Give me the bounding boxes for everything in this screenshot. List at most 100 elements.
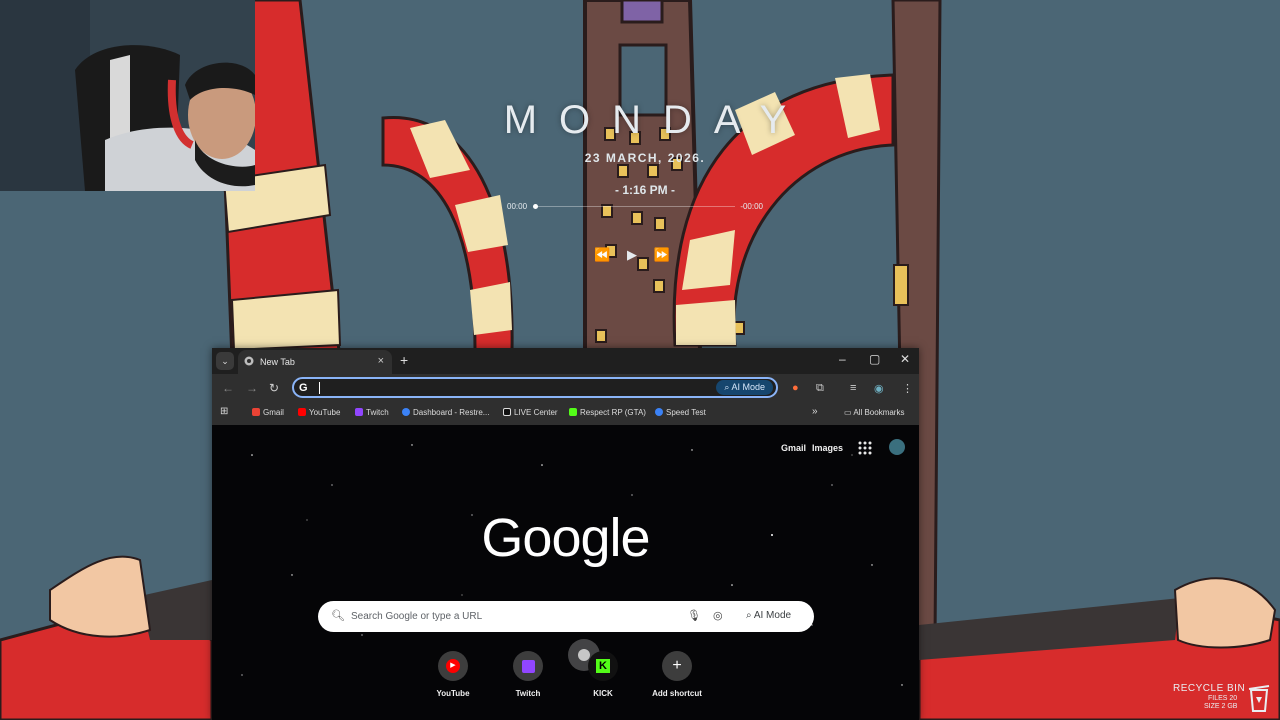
recycle-bin-files: FILES 20 bbox=[1208, 695, 1238, 702]
search-icon: 🔍︎ bbox=[331, 610, 345, 622]
elapsed-time: 00:00 bbox=[507, 202, 528, 211]
media-queue-icon[interactable]: ≡ bbox=[850, 382, 856, 394]
bookmark-restream[interactable]: Dashboard - Restre... bbox=[402, 408, 489, 417]
shortcut-kick[interactable]: K KICK bbox=[568, 651, 638, 698]
images-link[interactable]: Images bbox=[812, 443, 843, 453]
progress-knob[interactable] bbox=[533, 204, 538, 209]
kick-icon bbox=[569, 408, 577, 416]
tab-new-tab[interactable]: New Tab × bbox=[238, 350, 392, 374]
day-label: MONDAY bbox=[503, 98, 809, 142]
recycle-bin-widget[interactable]: RECYCLE BIN FILES 20 SIZE 2 GB bbox=[1170, 682, 1274, 716]
youtube-icon bbox=[298, 408, 306, 416]
menu-kebab-icon[interactable]: ⋮ bbox=[902, 382, 913, 395]
shortcut-label: YouTube bbox=[436, 689, 470, 698]
recycle-bin-size: SIZE 2 GB bbox=[1204, 703, 1238, 710]
google-lens-icon[interactable]: ◎ bbox=[713, 609, 723, 622]
plus-icon: + bbox=[672, 657, 682, 674]
bookmark-speed-test[interactable]: Speed Test bbox=[655, 408, 706, 417]
folder-icon: ▭ bbox=[844, 408, 854, 417]
webcam-feed-image bbox=[0, 0, 255, 191]
reload-icon[interactable]: ↻ bbox=[269, 381, 279, 395]
back-icon[interactable]: ← bbox=[222, 381, 234, 395]
google-logo: Google bbox=[481, 508, 650, 568]
remaining-time: -00:00 bbox=[740, 202, 763, 211]
bookmark-live-center[interactable]: LIVE Center bbox=[503, 408, 558, 417]
recycle-bin-icon[interactable] bbox=[1248, 684, 1270, 712]
close-tab-icon[interactable]: × bbox=[378, 355, 384, 367]
extension-fire-icon[interactable]: ● bbox=[792, 382, 799, 394]
all-bookmarks-label: All Bookmarks bbox=[853, 408, 905, 417]
close-window-icon[interactable]: ✕ bbox=[900, 352, 910, 366]
ntp-ai-mode-label: AI Mode bbox=[753, 610, 792, 621]
address-bar[interactable]: G ⌕ AI Mode bbox=[292, 377, 778, 398]
google-g-icon: G bbox=[299, 382, 308, 394]
twitch-icon bbox=[521, 659, 535, 673]
bookmark-twitch[interactable]: Twitch bbox=[355, 408, 389, 417]
shortcut-label: KICK bbox=[593, 689, 613, 698]
account-avatar[interactable] bbox=[889, 439, 905, 455]
google-apps-icon[interactable] bbox=[858, 441, 872, 455]
search-placeholder[interactable]: Search Google or type a URL bbox=[351, 611, 482, 622]
ai-search-icon: ⌕ bbox=[746, 610, 754, 621]
bookmark-gmail[interactable]: Gmail bbox=[252, 408, 284, 417]
profile-avatar-icon[interactable]: ◉ bbox=[874, 382, 884, 395]
starfield-background bbox=[241, 444, 903, 686]
ntp-search-box[interactable]: 🔍︎ Search Google or type a URL 🎙︎ ◎ ⌕ AI… bbox=[318, 601, 814, 632]
apps-grid-icon[interactable]: ⊞ bbox=[220, 406, 228, 417]
omnibox-ai-mode-button[interactable]: ⌕ AI Mode bbox=[716, 380, 773, 395]
shortcut-label: Add shortcut bbox=[652, 689, 702, 698]
gmail-icon bbox=[252, 408, 260, 416]
chevron-down-icon: ⌄ bbox=[221, 356, 229, 366]
youtube-icon: ▶ bbox=[446, 659, 460, 673]
bookmark-label: Dashboard - Restre... bbox=[413, 408, 490, 417]
rewind-icon[interactable]: ⏪ bbox=[594, 247, 610, 263]
browser-window: ⌄ New Tab × + – ▢ ✕ ← → ↻ G ⌕ AI Mode ● … bbox=[212, 348, 919, 720]
bookmark-label: Gmail bbox=[263, 408, 284, 417]
shortcut-twitch[interactable]: Twitch bbox=[493, 651, 563, 698]
media-controls: ⏪ ▶ ⏩ bbox=[594, 246, 670, 264]
kick-icon: K bbox=[596, 659, 610, 673]
shortcut-add[interactable]: + Add shortcut bbox=[642, 651, 712, 698]
ntp-ai-mode-button[interactable]: ⌕ AI Mode bbox=[746, 610, 791, 621]
tiktok-icon bbox=[503, 408, 511, 416]
shortcut-youtube[interactable]: ▶ YouTube bbox=[418, 651, 488, 698]
bookmark-label: YouTube bbox=[309, 408, 341, 417]
tab-title: New Tab bbox=[260, 357, 295, 367]
tab-strip: ⌄ New Tab × + – ▢ ✕ bbox=[212, 348, 919, 374]
tab-search-button[interactable]: ⌄ bbox=[216, 352, 234, 370]
progress-track[interactable] bbox=[535, 206, 735, 207]
bookmark-respect-rp[interactable]: Respect RP (GTA) bbox=[569, 408, 646, 417]
clock-widget: MONDAY 23 MARCH, 2026. - 1:16 PM - bbox=[480, 98, 810, 197]
omnibox-ai-mode-label: AI Mode bbox=[731, 382, 765, 392]
extensions-puzzle-icon[interactable]: ⧉ bbox=[816, 382, 824, 395]
bookmark-label: Respect RP (GTA) bbox=[580, 408, 646, 417]
chrome-icon bbox=[244, 356, 254, 366]
bookmark-label: Speed Test bbox=[666, 408, 706, 417]
restream-icon bbox=[402, 408, 410, 416]
shortcut-label: Twitch bbox=[515, 689, 541, 698]
toolbar: ← → ↻ G ⌕ AI Mode ● ⧉ ≡ ◉ ⋮ bbox=[212, 374, 919, 403]
microphone-icon[interactable]: 🎙︎ bbox=[687, 609, 701, 622]
fast-forward-icon[interactable]: ⏩ bbox=[654, 247, 670, 263]
text-caret bbox=[319, 382, 320, 394]
bookmarks-bar: ⊞ Gmail YouTube Twitch Dashboard - Restr… bbox=[212, 403, 919, 425]
media-progress[interactable]: 00:00 -00:00 bbox=[505, 200, 765, 214]
bookmark-label: Twitch bbox=[366, 408, 389, 417]
forward-icon[interactable]: → bbox=[246, 381, 258, 395]
minimize-icon[interactable]: – bbox=[839, 352, 846, 366]
bookmark-label: LIVE Center bbox=[514, 408, 558, 417]
date-label: 23 MARCH, 2026. bbox=[584, 151, 706, 165]
time-label: - 1:16 PM - bbox=[614, 183, 675, 197]
gmail-link[interactable]: Gmail bbox=[781, 443, 806, 453]
all-bookmarks-button[interactable]: ▭ All Bookmarks bbox=[844, 408, 904, 417]
maximize-icon[interactable]: ▢ bbox=[869, 352, 880, 366]
new-tab-page: Gmail Images Google 🔍︎ Search Google or … bbox=[212, 425, 919, 720]
twitch-icon bbox=[355, 408, 363, 416]
recycle-bin-title: RECYCLE BIN bbox=[1173, 683, 1246, 694]
bookmark-youtube[interactable]: YouTube bbox=[298, 408, 340, 417]
overflow-chevron-icon[interactable]: » bbox=[812, 406, 818, 417]
webcam-overlay bbox=[0, 0, 255, 191]
play-icon[interactable]: ▶ bbox=[627, 247, 637, 263]
new-tab-button[interactable]: + bbox=[400, 352, 408, 368]
speedtest-icon bbox=[655, 408, 663, 416]
